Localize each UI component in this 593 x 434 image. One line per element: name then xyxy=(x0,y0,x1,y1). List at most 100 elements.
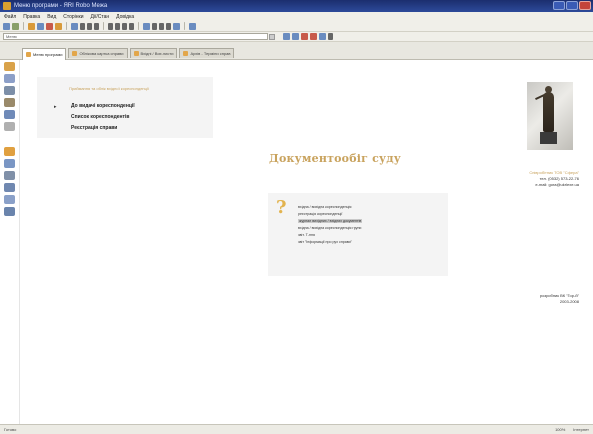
stop-icon[interactable] xyxy=(46,22,53,30)
page-icon xyxy=(26,52,31,57)
menu-panel: Приймання та облік вхідної кореспонденці… xyxy=(37,77,213,138)
menu-file[interactable]: Файл xyxy=(4,14,16,20)
zoom-level[interactable]: 100% xyxy=(555,427,565,432)
menu-edit[interactable]: Правка xyxy=(23,14,40,20)
title-bar: Меню програми - ЯRI Robo Межа xyxy=(0,0,593,12)
user-icon[interactable] xyxy=(173,22,180,30)
app-icon xyxy=(3,2,11,10)
arrow-right-icon: ▸ xyxy=(54,104,57,110)
info-line[interactable]: вхідна / вихідна кореспонденція xyxy=(298,205,351,209)
mail-icon[interactable] xyxy=(4,147,15,156)
tool-icon[interactable] xyxy=(115,22,120,30)
info-line[interactable]: звіт. Т-ння xyxy=(298,233,315,237)
menu-bar: Файл Правка Вид Сторінки Дії/Стан Довідк… xyxy=(0,12,593,21)
menu-item-correspondents[interactable]: Список кореспондентів xyxy=(71,114,129,120)
grid-icon[interactable] xyxy=(143,22,150,30)
statue-body xyxy=(543,92,554,132)
nav-icon[interactable] xyxy=(292,33,299,40)
nav-icon[interactable] xyxy=(328,33,333,40)
menu-pages[interactable]: Сторінки xyxy=(63,14,83,20)
status-text: Готово xyxy=(4,427,17,432)
tool-icon[interactable] xyxy=(108,22,113,30)
toolbar-separator xyxy=(66,22,67,30)
info-line-selected[interactable]: журнал вихідних / вхідних документів xyxy=(298,219,363,223)
favorites-icon[interactable] xyxy=(55,22,62,30)
question-mark-icon: ? xyxy=(276,197,287,218)
menu-view[interactable]: Вид xyxy=(47,14,56,20)
info-line[interactable]: звіт "Інформації про рух справи" xyxy=(298,240,352,244)
tool-icon[interactable] xyxy=(152,22,157,30)
folder-icon[interactable] xyxy=(4,62,15,71)
copy-icon[interactable] xyxy=(87,22,92,30)
cut-icon[interactable] xyxy=(80,22,85,30)
toolbar-separator xyxy=(103,22,104,30)
menu-item-outgoing[interactable]: До видачі кореспонденції xyxy=(71,103,135,109)
settings-icon[interactable] xyxy=(189,22,196,30)
info-panel: ? вхідна / вихідна кореспонденція реєстр… xyxy=(268,193,448,276)
refresh-icon[interactable] xyxy=(37,22,44,30)
print-icon[interactable] xyxy=(4,171,15,180)
exit-icon[interactable] xyxy=(4,207,15,216)
nav-icon[interactable] xyxy=(319,33,326,40)
contact-name: Співробітник ТОВ "Сфера" xyxy=(529,170,579,175)
tab-label: Облікова картка справи xyxy=(79,51,124,56)
settings-icon[interactable] xyxy=(4,195,15,204)
developer-years: 2003-2008 xyxy=(559,299,579,304)
tab-main-menu[interactable]: Меню програми xyxy=(22,48,67,60)
content-area: Приймання та облік вхідної кореспонденці… xyxy=(20,60,593,424)
tab-label: Меню програми xyxy=(33,52,63,57)
window-controls xyxy=(553,1,591,10)
record-icon[interactable] xyxy=(310,33,317,40)
search-icon[interactable] xyxy=(4,122,15,131)
page-title: Документообіг суду xyxy=(269,152,401,165)
contact-email[interactable]: e-mail: gora@ukrlexe.ua xyxy=(535,182,579,187)
page-icon xyxy=(183,51,189,56)
menu-help[interactable]: Довідка xyxy=(116,14,134,20)
left-toolbar xyxy=(0,60,20,424)
status-bar: Готово 100% Інтернет xyxy=(0,424,593,434)
toolbar xyxy=(0,21,593,32)
maximize-button[interactable] xyxy=(566,1,578,10)
tab-archive[interactable]: Архів - Терміни справ xyxy=(179,48,235,58)
paste-icon[interactable] xyxy=(94,22,99,30)
archive-icon[interactable] xyxy=(4,98,15,107)
tab-label: Вхідні / Вих.листи xyxy=(140,51,174,56)
alert-icon[interactable] xyxy=(301,33,308,40)
zone-indicator: Інтернет xyxy=(573,427,589,432)
document-icon[interactable] xyxy=(4,74,15,83)
users-icon[interactable] xyxy=(4,86,15,95)
tab-label: Архів - Терміни справ xyxy=(190,51,231,56)
info-line[interactable]: реєстрація кореспонденції xyxy=(298,212,342,216)
tab-strip: Меню програми Облікова картка справи Вхі… xyxy=(0,42,593,60)
address-input[interactable]: Меню xyxy=(3,33,268,40)
address-nav xyxy=(283,33,333,40)
tool-icon[interactable] xyxy=(159,22,164,30)
tool-icon[interactable] xyxy=(122,22,127,30)
menu-item-registration[interactable]: Реєстрація справи xyxy=(71,125,117,131)
tool-icon[interactable] xyxy=(166,22,171,30)
minimize-button[interactable] xyxy=(553,1,565,10)
tab-case-card[interactable]: Облікова картка справи xyxy=(68,48,128,58)
report-icon[interactable] xyxy=(4,159,15,168)
menu-actions[interactable]: Дії/Стан xyxy=(91,14,110,20)
status-right: 100% Інтернет xyxy=(555,427,589,432)
print-icon[interactable] xyxy=(71,22,78,30)
page-icon xyxy=(72,51,78,56)
toolbar-separator xyxy=(184,22,185,30)
address-dropdown-icon[interactable] xyxy=(269,33,275,40)
menu-header: Приймання та облік вхідної кореспонденці… xyxy=(69,86,149,91)
calendar-icon[interactable] xyxy=(4,110,15,119)
nav-icon[interactable] xyxy=(283,33,290,40)
close-button[interactable] xyxy=(579,1,591,10)
page-icon xyxy=(133,51,139,56)
tab-letters[interactable]: Вхідні / Вих.листи xyxy=(129,48,178,58)
justice-statue-image xyxy=(527,82,573,150)
back-icon[interactable] xyxy=(3,22,10,30)
chart-icon[interactable] xyxy=(4,183,15,192)
info-line[interactable]: вхідна / вихідна кореспонденція групи xyxy=(298,226,361,230)
contact-phone: тел. (0532) 573-22-76 xyxy=(539,176,579,181)
home-icon[interactable] xyxy=(28,22,35,30)
tool-icon[interactable] xyxy=(129,22,134,30)
toolbar-separator xyxy=(23,22,24,30)
forward-icon[interactable] xyxy=(12,22,19,30)
